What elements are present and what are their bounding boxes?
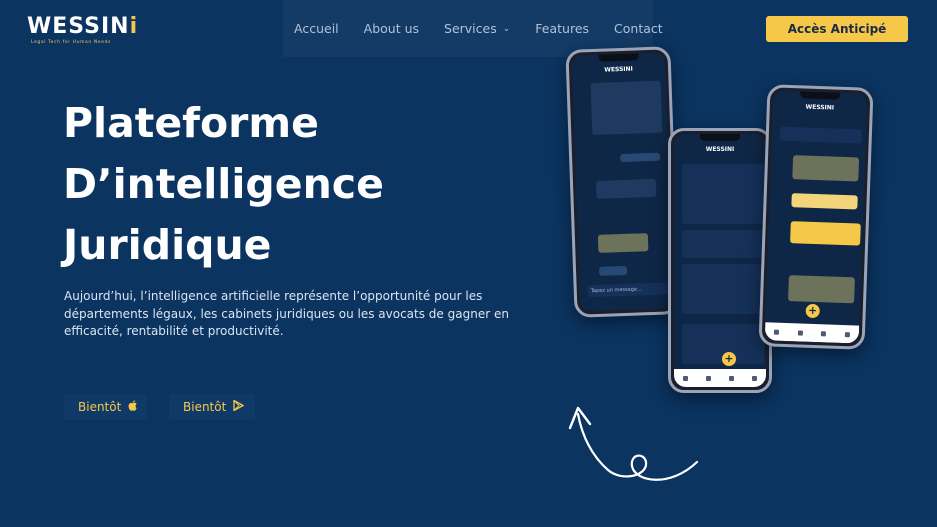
brand-tagline: Legal Tech for Human Needs	[31, 40, 111, 45]
brand-logo[interactable]: WESSINi Legal Tech for Human Needs	[27, 14, 147, 48]
curved-arrow-decoration	[568, 406, 699, 481]
nav-item-services[interactable]: Services ⌄	[444, 21, 510, 36]
phone-mockup-calendar: WESSINI +	[758, 84, 874, 350]
phone-mockup-documents: WESSINI +	[668, 128, 772, 393]
add-icon: +	[805, 303, 820, 319]
nav-item-features[interactable]: Features	[535, 21, 589, 36]
chat-input: Tapez un message...	[587, 282, 668, 298]
nav-item-contact[interactable]: Contact	[614, 21, 663, 36]
phone-brand: WESSINI	[604, 65, 633, 74]
app-store-button[interactable]: Bientôt	[64, 394, 147, 420]
google-play-icon	[233, 399, 245, 414]
brand-name: WESSINi	[27, 14, 139, 39]
phone-mockup-chat: WESSINI Tapez un message...	[565, 46, 680, 318]
google-play-button[interactable]: Bientôt	[169, 394, 255, 420]
hero-title-line-1: Plateforme	[63, 99, 319, 147]
hero-description: Aujourd’hui, l’intelligence artificielle…	[64, 289, 509, 338]
hero-title-line-2: D’intelligence	[63, 160, 384, 208]
add-icon: +	[722, 352, 736, 366]
phone-brand: WESSINI	[805, 103, 835, 112]
apple-icon	[128, 400, 138, 414]
nav-item-about[interactable]: About us	[364, 21, 419, 36]
chevron-down-icon: ⌄	[502, 23, 511, 34]
early-access-button[interactable]: Accès Anticipé	[766, 16, 908, 42]
nav-item-accueil[interactable]: Accueil	[294, 21, 339, 36]
hero-title: Plateforme D’intelligence Juridique	[63, 93, 483, 276]
phone-brand: WESSINI	[705, 146, 735, 153]
hero-title-line-3: Juridique	[63, 221, 272, 269]
